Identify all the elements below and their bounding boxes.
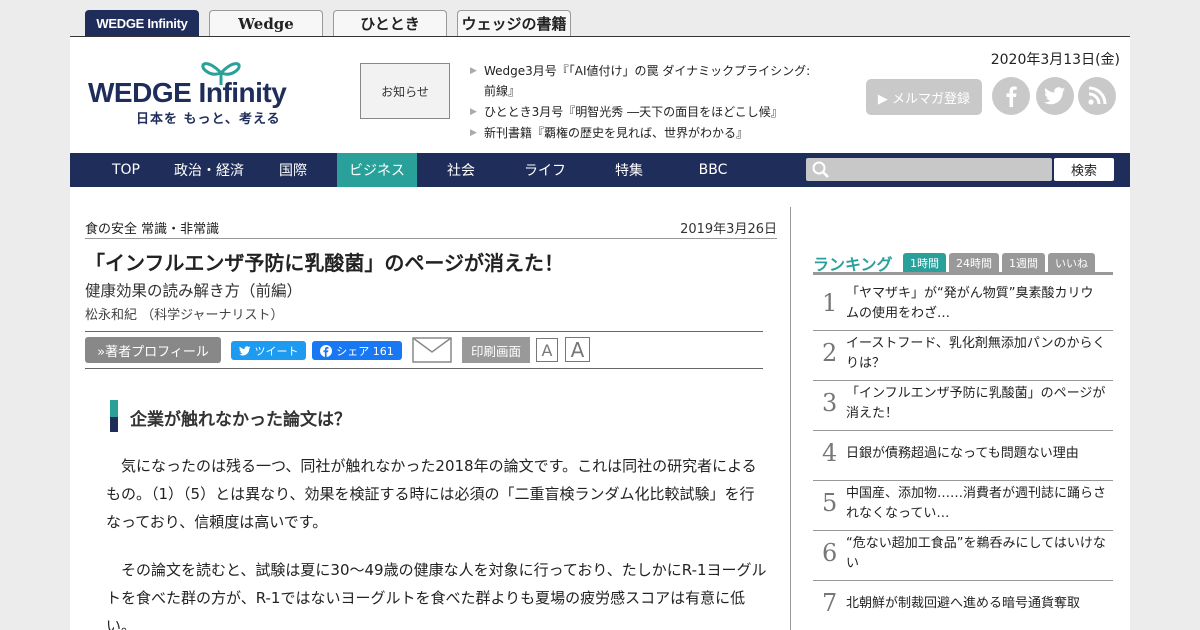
search-input[interactable] [806,158,1052,181]
series-name[interactable]: 食の安全 常識・非常識 [85,218,219,237]
facebook-share-button[interactable]: シェア 161 [312,341,402,360]
heading-marker [110,417,118,432]
site-tabs: WEDGE Infinity Wedge ひととき ウェッジの書籍 [85,10,571,36]
twitter-icon [238,345,250,356]
rank-number: 2 [822,339,838,367]
author-profile-button[interactable]: »著者プロフィール [85,337,221,363]
rank-number: 4 [822,439,838,467]
ranking-tabs: 1時間 24時間 1週間 いいね [903,253,1095,272]
section-heading: 企業が触れなかった論文は？ [110,400,710,432]
rank-headline: イーストフード、乳化剤無添加パンのからくりは？ [846,336,1106,371]
rank-number: 3 [822,389,838,417]
rank-number: 6 [822,539,838,567]
rank-headline: 中国産、添加物……消費者が週刊誌に踊らされなくなってい… [846,486,1107,521]
header: WEDGE Infinity 日本を もっと、考える お知らせ Wedge3月号… [70,37,1130,153]
divider [85,331,763,332]
nav-item-international[interactable]: 国際 [260,153,326,187]
ranking-item[interactable]: 4 日銀が債務超過になっても問題ない理由 [813,431,1113,481]
site-tab-books[interactable]: ウェッジの書籍 [457,10,571,36]
divider [85,368,763,369]
divider [85,238,777,239]
article-paragraph: その論文を読むと、試験は夏に30〜49歳の健康な人を対象に行っており、たしかにR… [106,561,767,630]
publish-date: 2019年3月26日 [680,222,777,237]
logo-text: WEDGE Infinity [88,77,287,108]
nav-item-top[interactable]: TOP [92,153,160,187]
tweet-button[interactable]: ツイート [231,341,306,360]
article-subtitle: 健康効果の読み解き方（前編） [85,282,303,300]
site-logo[interactable]: WEDGE Infinity 日本を もっと、考える [88,55,318,127]
mail-icon[interactable] [412,337,452,363]
notice-box[interactable]: お知らせ [360,63,450,119]
rank-headline: “危ない超加工食品”を鵜呑みにしてはいけない [846,536,1106,571]
section-heading-text: 企業が触れなかった論文は？ [130,410,351,430]
news-item[interactable]: 新刊書籍『覇権の歴史を見れば、世界がわかる』 [470,123,820,143]
column-divider [790,207,791,630]
page: WEDGE Infinity 日本を もっと、考える お知らせ Wedge3月号… [70,36,1130,630]
nav-item-society[interactable]: 社会 [426,153,496,187]
ranking-item[interactable]: 5 中国産、添加物……消費者が週刊誌に踊らされなくなってい… [813,481,1113,531]
font-size-small-button[interactable]: A [536,338,558,362]
rank-headline: 日銀が債務超過になっても問題ない理由 [846,446,1079,461]
nav-item-bbc[interactable]: BBC [678,153,748,187]
font-size-large-button[interactable]: A [565,337,590,362]
rank-headline: 「ヤマザキ」が“発がん物質”臭素酸カリウムの使用をわざ… [846,286,1094,321]
news-list: Wedge3月号『「AI値付け」の罠 ダイナミックプライシング: 前線』 ひとと… [470,61,820,144]
search-icon [812,161,829,178]
nav-item-business[interactable]: ビジネス [337,153,417,187]
ranking-item[interactable]: 6 “危ない超加工食品”を鵜呑みにしてはいけない [813,531,1113,581]
site-tab-wedge[interactable]: Wedge [209,10,323,36]
ranking-item[interactable]: 3 「インフルエンザ予防に乳酸菌」のページが消えた！ [813,381,1113,431]
nav-item-life[interactable]: ライフ [510,153,580,187]
article-author: 松永和紀 （科学ジャーナリスト） [85,308,284,323]
heading-marker [110,400,118,417]
rank-number: 7 [822,589,838,617]
article-title: 「インフルエンザ予防に乳酸菌」のページが消えた！ [85,251,564,275]
article-toolbar: »著者プロフィール ツイート シェア 161 印刷画面 A A [85,337,763,363]
rank-headline: 「インフルエンザ予防に乳酸菌」のページが消えた！ [846,386,1106,421]
share-label: シェア 161 [336,344,394,358]
news-item[interactable]: Wedge3月号『「AI値付け」の罠 ダイナミックプライシング: 前線』 [470,61,820,101]
ranking-list: 1 「ヤマザキ」が“発がん物質”臭素酸カリウムの使用をわざ… 2 イーストフード… [813,281,1113,630]
rss-icon[interactable] [1078,77,1116,115]
site-tab-wedge-infinity[interactable]: WEDGE Infinity [85,10,199,36]
rank-number: 5 [822,489,838,517]
ranking-tab-1h[interactable]: 1時間 [903,253,946,272]
rank-number: 1 [822,289,838,317]
newsletter-button[interactable]: ▶ メルマガ登録 [866,79,982,115]
ranking-item[interactable]: 7 北朝鮮が制裁回避へ進める暗号通貨奪取 [813,581,1113,630]
search-button[interactable]: 検索 [1054,158,1114,181]
ranking-item[interactable]: 1 「ヤマザキ」が“発がん物質”臭素酸カリウムの使用をわざ… [813,281,1113,331]
divider [813,272,1113,275]
news-item[interactable]: ひととき3月号『明智光秀 ―天下の面目をほどこし候』 [470,102,820,122]
rank-headline: 北朝鮮が制裁回避へ進める暗号通貨奪取 [846,596,1081,611]
twitter-icon[interactable] [1036,77,1074,115]
facebook-icon[interactable] [992,77,1030,115]
current-date: 2020年3月13日(金) [990,52,1120,68]
facebook-icon [320,344,333,357]
nav-item-politics[interactable]: 政治・経済 [164,153,254,187]
logo-tagline: 日本を もっと、考える [136,112,281,127]
article-paragraph: 気になったのは残る一つ、同社が触れなかった2018年の論文です。これは同社の研究… [106,457,757,531]
ranking-tab-likes[interactable]: いいね [1048,253,1095,272]
nav-item-feature[interactable]: 特集 [594,153,664,187]
ranking-tab-1w[interactable]: 1週間 [1002,253,1045,272]
tweet-label: ツイート [254,344,299,358]
site-tab-hitotoki[interactable]: ひととき [333,10,447,36]
ranking-item[interactable]: 2 イーストフード、乳化剤無添加パンのからくりは？ [813,331,1113,381]
print-button[interactable]: 印刷画面 [462,337,530,363]
main-nav: TOP 政治・経済 国際 ビジネス 社会 ライフ 特集 BBC 検索 [70,153,1130,187]
ranking-tab-24h[interactable]: 24時間 [949,253,999,272]
